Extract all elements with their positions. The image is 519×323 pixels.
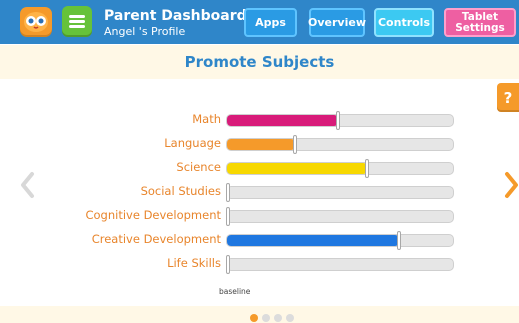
subject-row: Creative Development: [0, 230, 519, 250]
subject-slider-track[interactable]: [226, 183, 454, 202]
subject-row: Math: [0, 110, 519, 130]
slider-handle[interactable]: [292, 135, 297, 154]
page-dot[interactable]: [262, 314, 270, 322]
subject-label: Language: [164, 136, 221, 150]
subject-label: Social Studies: [140, 184, 221, 198]
subject-row: Language: [0, 134, 519, 154]
subject-label: Math: [192, 112, 221, 126]
subject-row: Science: [0, 158, 519, 178]
tab-tablet-settings[interactable]: Tablet Settings: [444, 8, 516, 37]
slider-handle[interactable]: [335, 111, 340, 130]
subject-row: Life Skills: [0, 254, 519, 274]
header-titles: Parent Dashboard Angel 's Profile: [104, 8, 247, 38]
subject-label: Science: [176, 160, 221, 174]
slider-fill: [227, 139, 295, 150]
bottom-bar: [0, 306, 519, 323]
slider-handle[interactable]: [226, 207, 230, 226]
page-dot[interactable]: [274, 314, 282, 322]
subject-slider-track[interactable]: [226, 231, 454, 250]
subject-label: Cognitive Development: [85, 208, 221, 222]
slider-fill: [227, 163, 368, 174]
slider-handle[interactable]: [226, 255, 230, 274]
top-header: Parent Dashboard Angel 's Profile Apps O…: [0, 0, 519, 44]
slider-handle[interactable]: [365, 159, 370, 178]
page-dot[interactable]: [286, 314, 294, 322]
section-header: Promote Subjects: [0, 45, 519, 79]
page-title: Parent Dashboard: [104, 8, 247, 24]
baseline-label: baseline: [219, 287, 251, 296]
subject-slider-track[interactable]: [226, 159, 454, 178]
hamburger-menu-icon[interactable]: [62, 6, 92, 37]
subject-label: Creative Development: [91, 232, 221, 246]
subject-slider-track[interactable]: [226, 255, 454, 274]
page-dot[interactable]: [250, 314, 258, 322]
subject-label: Life Skills: [167, 256, 221, 270]
slider-fill: [227, 235, 399, 246]
owl-logo-icon[interactable]: [20, 7, 52, 37]
subject-slider-track[interactable]: [226, 135, 454, 154]
profile-subtitle: Angel 's Profile: [104, 25, 186, 38]
subject-slider-track[interactable]: [226, 111, 454, 130]
subject-slider-track[interactable]: [226, 207, 454, 226]
tab-controls[interactable]: Controls: [374, 8, 434, 37]
tab-overview[interactable]: Overview: [308, 8, 366, 37]
tab-apps[interactable]: Apps: [244, 8, 297, 37]
help-button[interactable]: ?: [497, 83, 519, 112]
slider-handle[interactable]: [396, 231, 401, 250]
subject-row: Social Studies: [0, 182, 519, 202]
section-title: Promote Subjects: [184, 53, 335, 71]
slider-fill: [227, 115, 338, 126]
slider-handle[interactable]: [226, 183, 230, 202]
subject-row: Cognitive Development: [0, 206, 519, 226]
